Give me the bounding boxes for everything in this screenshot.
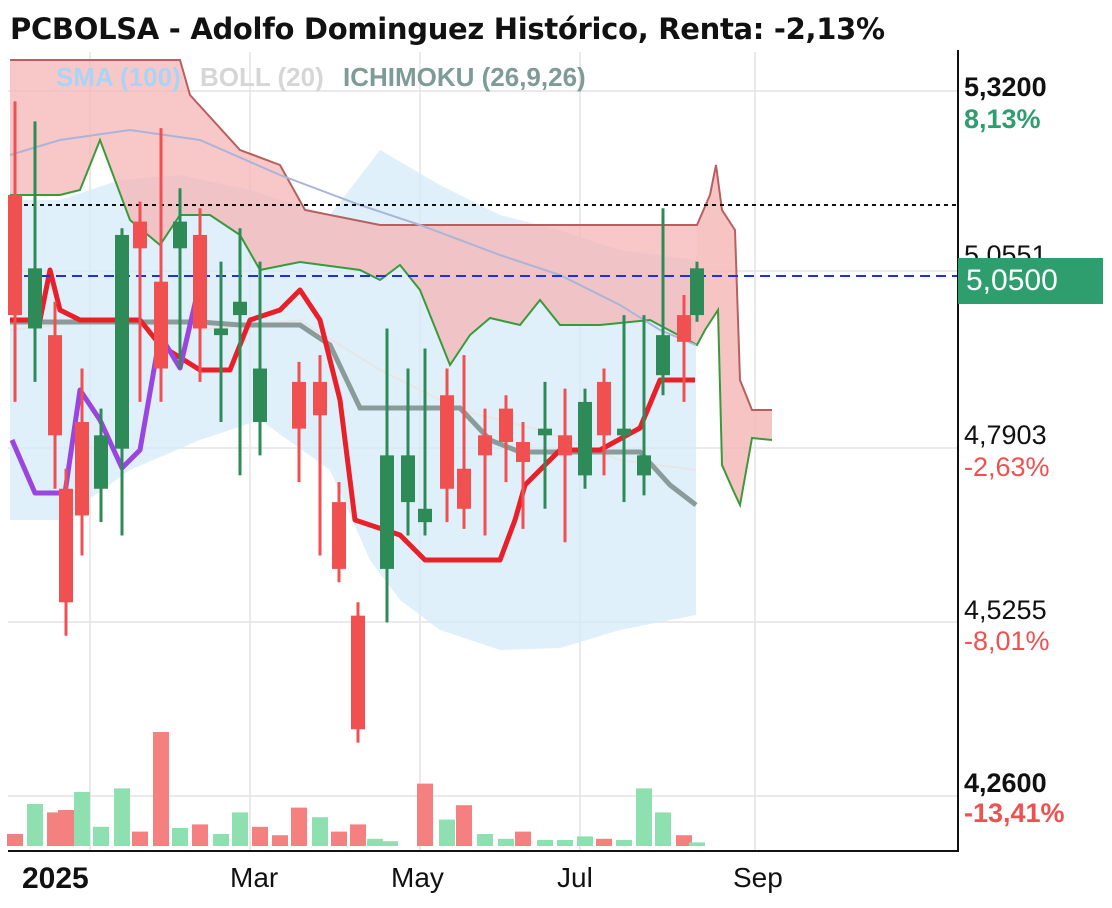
candle-body [637, 455, 651, 476]
volume-bar [27, 804, 43, 846]
cloud-future [697, 165, 772, 505]
price-level-3: 4,7903 [964, 420, 1047, 450]
candle-body [173, 221, 187, 249]
candle-body [418, 508, 432, 523]
volume-bar [596, 838, 612, 846]
volume-bar [689, 842, 705, 846]
volume-bar [7, 834, 23, 846]
candle-body [578, 401, 592, 476]
candle-body [59, 488, 73, 603]
candle-body [617, 428, 631, 436]
volume-bar [272, 835, 288, 846]
x-label-jul: Jul [557, 862, 593, 893]
x-label-may: May [391, 862, 444, 893]
legend-ichimoku[interactable]: ICHIMOKU (26,9,26) [343, 62, 586, 92]
candle-body [677, 315, 691, 342]
volume-bar [557, 840, 573, 846]
price-chart [7, 50, 959, 852]
volume-bar [515, 831, 531, 846]
candle-body [292, 381, 306, 429]
candle-body [253, 368, 267, 422]
legend-sma[interactable]: SMA (100) [56, 62, 181, 92]
candle-body [8, 194, 22, 316]
volume-bar [350, 824, 366, 846]
x-label-2025: 2025 [22, 862, 89, 895]
candle-body [351, 615, 365, 730]
candle-up [115, 228, 129, 536]
volume-bar [331, 831, 347, 846]
pct-level-3: -2,63% [964, 452, 1050, 482]
indicator-legend: SMA (100) BOLL (20) ICHIMOKU (26,9,26) [56, 62, 598, 93]
candle-body [193, 234, 207, 329]
volume-bars [7, 732, 705, 846]
candle-body [499, 408, 513, 442]
volume-bar [114, 788, 130, 846]
pct-level-4: -8,01% [964, 626, 1050, 656]
candle-body [75, 421, 89, 516]
volume-bar [172, 828, 188, 846]
volume-bar [616, 840, 632, 846]
current-price-badge: 5,0500 [958, 258, 1103, 304]
candle-body [516, 442, 530, 463]
volume-bar [213, 834, 229, 846]
candle-body [538, 428, 552, 436]
price-level-4: 4,5255 [964, 595, 1047, 625]
volume-bar [655, 812, 671, 846]
candle-body [380, 455, 394, 569]
candle-up [690, 261, 704, 322]
volume-bar [232, 812, 248, 846]
volume-bar [153, 732, 169, 846]
volume-bar [636, 788, 652, 846]
volume-bar [477, 834, 493, 846]
candle-up [578, 388, 592, 489]
candle-body [656, 335, 670, 376]
volume-bar [498, 838, 514, 846]
volume-bar [132, 831, 148, 846]
candle-body [401, 455, 415, 503]
candle-body [154, 281, 168, 369]
candle-body [94, 435, 108, 489]
candle-body [478, 435, 492, 456]
candle-body [440, 395, 454, 489]
candle-body [457, 468, 471, 509]
volume-bar [192, 824, 208, 846]
volume-bar [439, 819, 455, 846]
pct-level-5: -13,41% [964, 798, 1065, 828]
candle-body [233, 301, 247, 316]
candle-body [28, 268, 42, 329]
volume-bar [291, 807, 307, 846]
candle-down [59, 468, 73, 636]
candle-body [332, 502, 346, 569]
price-level-1: 5,3200 [964, 72, 1047, 102]
volume-bar [456, 805, 472, 846]
legend-boll[interactable]: BOLL (20) [200, 62, 324, 92]
volume-bar [382, 841, 398, 846]
volume-bar [93, 826, 109, 846]
volume-bar [367, 838, 383, 846]
candle-body [313, 381, 327, 416]
x-label-mar: Mar [230, 862, 279, 893]
candle-body [214, 328, 228, 336]
volume-bar [74, 792, 90, 846]
pct-level-1: 8,13% [964, 104, 1041, 134]
volume-bar [577, 836, 593, 846]
candle-down [351, 602, 365, 743]
candle-body [115, 234, 129, 449]
chart-title: PCBOLSA - Adolfo Dominguez Histórico, Re… [10, 12, 885, 46]
volume-bar [537, 840, 553, 846]
candle-body [690, 268, 704, 316]
volume-bar [417, 783, 433, 846]
candle-body [133, 221, 147, 249]
volume-bar [312, 817, 328, 846]
volume-bar [58, 810, 74, 846]
x-label-sep: Sep [733, 862, 783, 893]
candle-body [597, 381, 611, 436]
candle-body [558, 435, 572, 456]
volume-bar [252, 826, 268, 846]
price-level-5: 4,2600 [964, 768, 1047, 798]
candle-body [48, 335, 62, 436]
